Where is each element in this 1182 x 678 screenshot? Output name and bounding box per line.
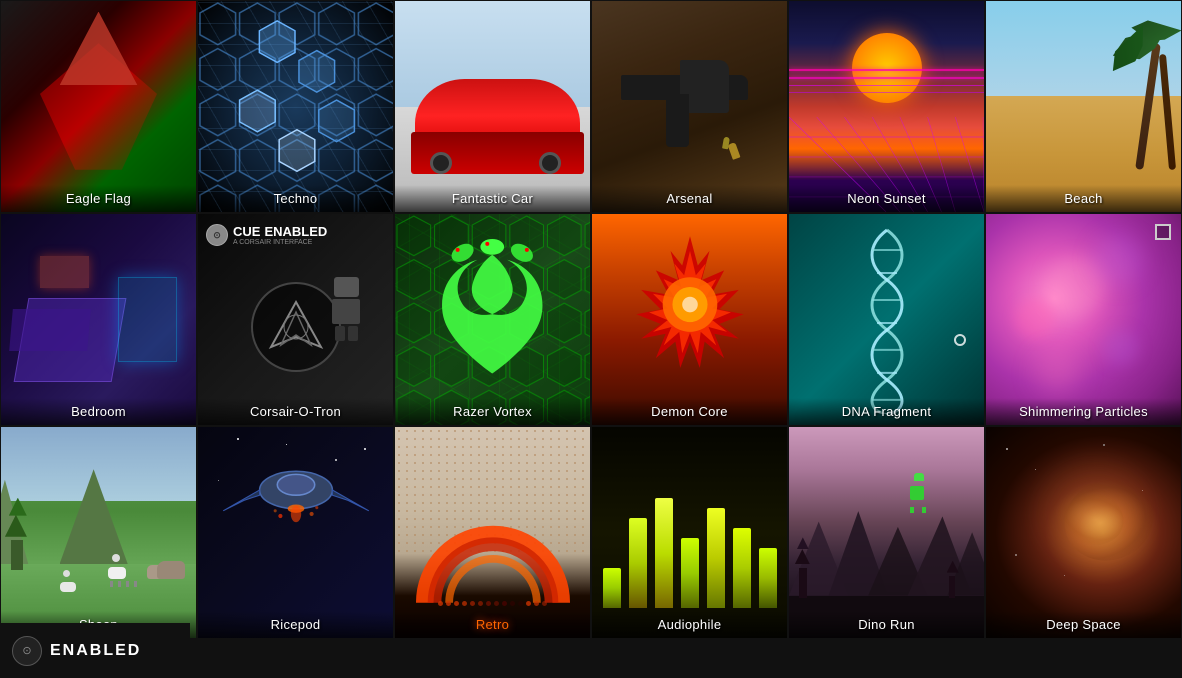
main-container: Eagle Flag Techno	[0, 0, 1182, 678]
tile-corsair[interactable]: ⊙ CUE ENABLED A CORSAIR INTERFACE	[197, 213, 394, 426]
tile-arsenal-label: Arsenal	[592, 185, 787, 212]
tile-beach-label: Beach	[986, 185, 1181, 212]
tile-techno-label: Techno	[198, 185, 393, 212]
tile-retro-label: Retro	[395, 611, 590, 638]
sp-checkbox[interactable]	[1155, 224, 1171, 240]
tile-beach[interactable]: Beach	[985, 0, 1182, 213]
enabled-label: ENABLED	[50, 642, 141, 660]
tile-dino-run-label: Dino Run	[789, 611, 984, 638]
tile-dino-run[interactable]: Dino Run	[788, 426, 985, 639]
tile-fantastic-car[interactable]: Fantastic Car	[394, 0, 591, 213]
tile-neon-sunset[interactable]: Neon Sunset	[788, 0, 985, 213]
tile-dna[interactable]: DNA Fragment	[788, 213, 985, 426]
bottom-bar: ⊙ ENABLED	[0, 623, 190, 678]
tile-eagle-flag[interactable]: Eagle Flag	[0, 0, 197, 213]
tile-corsair-label: Corsair-O-Tron	[198, 398, 393, 425]
cue-icon: ⊙	[12, 636, 42, 666]
corsair-enabled-text: ENABLED	[264, 224, 327, 239]
tile-deep-space-label: Deep Space	[986, 611, 1181, 638]
tile-techno[interactable]: Techno	[197, 0, 394, 213]
tile-sheep[interactable]: Sheep	[0, 426, 197, 639]
tile-shimmering[interactable]: Shimmering Particles	[985, 213, 1182, 426]
tile-retro[interactable]: Retro	[394, 426, 591, 639]
tile-razer-label: Razer Vortex	[395, 398, 590, 425]
wallpaper-grid: Eagle Flag Techno	[0, 0, 1182, 639]
corsair-cue-text: CUE	[233, 224, 260, 239]
tile-ricepod-label: Ricepod	[198, 611, 393, 638]
tile-dna-label: DNA Fragment	[789, 398, 984, 425]
tile-audiophile[interactable]: Audiophile	[591, 426, 788, 639]
tile-bedroom-label: Bedroom	[1, 398, 196, 425]
tile-eagle-flag-label: Eagle Flag	[1, 185, 196, 212]
tile-neon-sunset-label: Neon Sunset	[789, 185, 984, 212]
tile-bedroom[interactable]: Bedroom	[0, 213, 197, 426]
tile-deep-space[interactable]: Deep Space	[985, 426, 1182, 639]
tile-ricepod[interactable]: Ricepod	[197, 426, 394, 639]
tile-razer[interactable]: Razer Vortex	[394, 213, 591, 426]
tile-shimmering-label: Shimmering Particles	[986, 398, 1181, 425]
tile-audiophile-label: Audiophile	[592, 611, 787, 638]
tile-arsenal[interactable]: Arsenal	[591, 0, 788, 213]
tile-demon-core-label: Demon Core	[592, 398, 787, 425]
tile-demon-core[interactable]: Demon Core	[591, 213, 788, 426]
tile-fantastic-car-label: Fantastic Car	[395, 185, 590, 212]
corsair-sub-text: A CORSAIR INTERFACE	[233, 239, 327, 246]
